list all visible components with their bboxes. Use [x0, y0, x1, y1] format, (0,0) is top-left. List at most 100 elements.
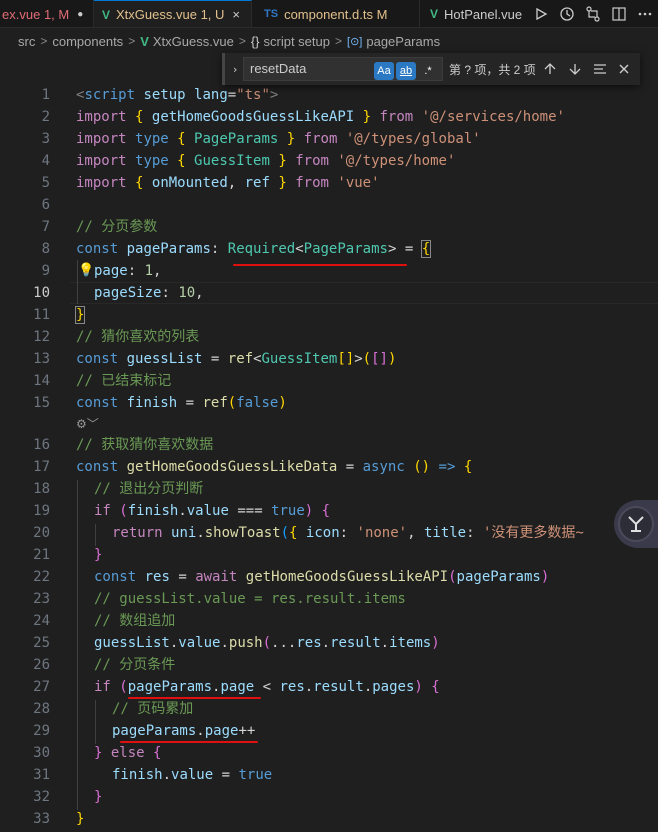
find-in-selection-icon[interactable]: [590, 59, 610, 79]
line-number: 15: [33, 395, 50, 411]
tab-index-vue[interactable]: ex.vue 1, M ●: [0, 0, 94, 27]
code-line-2: import { getHomeGoodsGuessLikeAPI } from…: [76, 109, 565, 125]
find-widget: › resetData Aa ab .* 第 ? 项，共 2 项: [222, 53, 640, 85]
annotation-underline: [120, 741, 258, 743]
line-number: 6: [41, 197, 50, 213]
braces-icon: {}: [250, 33, 260, 49]
tab-label: XtxGuess.vue 1, U: [116, 7, 225, 22]
code-editor[interactable]: 1 2 3 4 5 6 7 8 9 10 11 12 13 14 15 16 1…: [0, 84, 658, 832]
chevron-right-icon: >: [335, 34, 343, 48]
line-number-current: 10: [33, 285, 50, 301]
code-line-4: import type { GuessItem } from '@/types/…: [76, 153, 456, 169]
code-line-28: // 页码累加: [112, 701, 194, 717]
split-editor-icon[interactable]: [606, 0, 632, 27]
lightbulb-icon[interactable]: 💡: [78, 260, 94, 282]
tab-label: component.d.ts M: [284, 6, 388, 22]
vue-file-icon: V: [140, 33, 149, 49]
annotation-underline: [128, 697, 261, 699]
typescript-file-icon: TS: [264, 8, 279, 20]
line-number: 9: [41, 263, 50, 279]
run-icon[interactable]: [528, 0, 554, 27]
code-line-31: finish.value = true: [112, 767, 273, 783]
line-number: 12: [33, 329, 50, 345]
code-line-18: // 退出分页判断: [94, 481, 204, 497]
close-icon[interactable]: [614, 59, 634, 79]
code-line-8: const pageParams: Required<PageParams> =…: [76, 240, 432, 258]
code-line-10: pageSize: 10,: [94, 285, 204, 301]
codelens-actions-icon[interactable]: ⚙︎﹀: [76, 414, 99, 434]
modified-dot-icon: ●: [77, 8, 84, 20]
line-number: 4: [41, 153, 50, 169]
find-input-value: resetData: [250, 61, 307, 76]
more-actions-icon[interactable]: [632, 0, 658, 27]
code-line-16: // 获取猜你喜欢数据: [76, 437, 214, 453]
bracket-match-highlight: }: [74, 306, 86, 324]
line-number: 2: [41, 109, 50, 125]
line-number: 14: [33, 373, 50, 389]
breadcrumb-components[interactable]: components: [52, 34, 123, 49]
editor-actions: [524, 0, 658, 27]
line-number: 32: [33, 789, 50, 805]
line-number: 28: [33, 701, 50, 717]
tab-bar: ex.vue 1, M ● V XtxGuess.vue 1, U × TS c…: [0, 0, 658, 28]
breadcrumb: src > components > V XtxGuess.vue > {} scr…: [0, 29, 658, 53]
vue-file-icon: V: [430, 7, 439, 21]
find-input[interactable]: resetData Aa ab .*: [243, 57, 443, 81]
line-number: 22: [33, 569, 50, 585]
code-line-3: import type { PageParams } from '@/types…: [76, 131, 481, 147]
line-number: 17: [33, 459, 50, 475]
code-line-27: if (pageParams.page < res.result.pages) …: [94, 679, 440, 695]
match-whole-word-toggle[interactable]: ab: [396, 62, 416, 80]
line-number: 31: [33, 767, 50, 783]
breadcrumb-symbol[interactable]: [⊙] pageParams: [347, 34, 440, 49]
code-line-12: // 猜你喜欢的列表: [76, 329, 200, 345]
chevron-right-icon: >: [128, 34, 136, 48]
code-line-21: }: [94, 547, 103, 563]
close-icon[interactable]: ×: [232, 7, 240, 22]
code-line-26: // 分页条件: [94, 657, 176, 673]
line-number: 19: [33, 503, 50, 519]
line-number: 13: [33, 351, 50, 367]
code-line-9: page: 1,: [94, 263, 162, 279]
line-number: 20: [33, 525, 50, 541]
chevron-right-icon: >: [238, 34, 246, 48]
tab-label: HotPanel.vue: [444, 6, 523, 22]
source-control-compare-icon[interactable]: [580, 0, 606, 27]
tab-component-d-ts[interactable]: TS component.d.ts M: [252, 0, 420, 27]
line-number: 1: [41, 87, 50, 103]
toggle-replace-chevron-icon[interactable]: ›: [227, 58, 243, 80]
line-number: 8: [41, 241, 50, 257]
indent-guide: [95, 524, 96, 546]
timeline-icon[interactable]: [554, 0, 580, 27]
line-number: 21: [33, 547, 50, 563]
line-number: 11: [33, 307, 50, 323]
line-number: 33: [33, 811, 50, 827]
tab-xtxguess-vue[interactable]: V XtxGuess.vue 1, U ×: [94, 0, 252, 27]
code-line-14: // 已结束标记: [76, 373, 172, 389]
arrow-down-icon[interactable]: [565, 59, 585, 79]
tab-hotpanel-vue[interactable]: V HotPanel.vue: [420, 0, 540, 27]
code-line-20: return uni.showToast({ icon: 'none', tit…: [112, 525, 584, 541]
code-line-30: } else {: [94, 745, 162, 761]
chevron-right-icon: >: [40, 34, 48, 48]
assistant-float-button[interactable]: [614, 500, 658, 548]
annotation-underline: [233, 264, 407, 266]
breadcrumb-script-setup[interactable]: {} script setup: [251, 34, 330, 49]
line-number: 7: [41, 219, 50, 235]
breadcrumb-file[interactable]: V XtxGuess.vue: [140, 34, 234, 49]
use-regex-toggle[interactable]: .*: [418, 62, 438, 80]
code-line-24: // 数组追加: [94, 613, 176, 629]
code-line-19: if (finish.value === true) {: [94, 503, 331, 519]
line-number: 29: [33, 723, 50, 739]
line-number: 24: [33, 613, 50, 629]
breadcrumb-src[interactable]: src: [18, 34, 35, 49]
line-number: 18: [33, 481, 50, 497]
code-line-13: const guessList = ref<GuessItem[]>([]): [76, 351, 397, 367]
arrow-up-icon[interactable]: [540, 59, 560, 79]
line-number: 26: [33, 657, 50, 673]
match-case-toggle[interactable]: Aa: [374, 62, 394, 80]
line-number: 5: [41, 175, 50, 191]
line-number: 16: [33, 437, 50, 453]
find-result-count: 第 ? 项，共 2 项: [449, 63, 536, 77]
code-line-33: }: [76, 811, 85, 827]
